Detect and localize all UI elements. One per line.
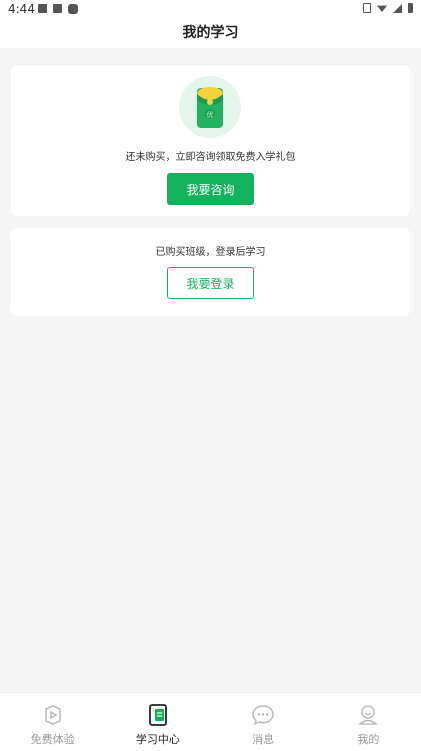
- tab-label: 我的: [357, 733, 380, 746]
- login-button[interactable]: 我要登录: [167, 267, 254, 299]
- profile-icon: [358, 705, 379, 725]
- message-icon: [252, 705, 274, 726]
- play-icon: [44, 705, 61, 725]
- svg-text:优: 优: [207, 110, 214, 119]
- notification-icon: [53, 4, 62, 13]
- tab-label: 消息: [252, 733, 275, 746]
- page-title: 我的学习: [0, 18, 421, 48]
- tab-label: 免费体验: [30, 733, 75, 746]
- red-packet-gift-icon: 优: [179, 76, 241, 138]
- consult-text: 还未购买，立即咨询领取免费入学礼包: [125, 152, 296, 163]
- status-bar: 4:44: [0, 0, 421, 18]
- notification-icon: [38, 4, 47, 13]
- system-icons: [363, 3, 413, 13]
- tab-messages[interactable]: 消息: [211, 693, 316, 751]
- tab-study-center[interactable]: 学习中心: [105, 693, 210, 751]
- consult-card: 优 还未购买，立即咨询领取免费入学礼包 我要咨询: [11, 66, 410, 216]
- tab-profile[interactable]: 我的: [316, 693, 421, 751]
- study-book-icon: [148, 704, 167, 726]
- notification-icons: [38, 4, 78, 14]
- notification-icon: [68, 4, 78, 14]
- bottom-tab-bar: 免费体验 学习中心 消息 我的: [0, 692, 421, 751]
- login-text: 已购买班级，登录后学习: [155, 247, 266, 258]
- tab-free-trial[interactable]: 免费体验: [0, 693, 105, 751]
- battery-icon: [408, 3, 413, 13]
- vibrate-icon: [363, 3, 371, 13]
- login-card: 已购买班级，登录后学习 我要登录: [11, 228, 410, 316]
- tab-label: 学习中心: [135, 733, 180, 746]
- wifi-icon: [377, 5, 387, 12]
- status-time: 4:44: [8, 2, 35, 16]
- signal-icon: [393, 3, 402, 13]
- consult-button[interactable]: 我要咨询: [167, 173, 254, 205]
